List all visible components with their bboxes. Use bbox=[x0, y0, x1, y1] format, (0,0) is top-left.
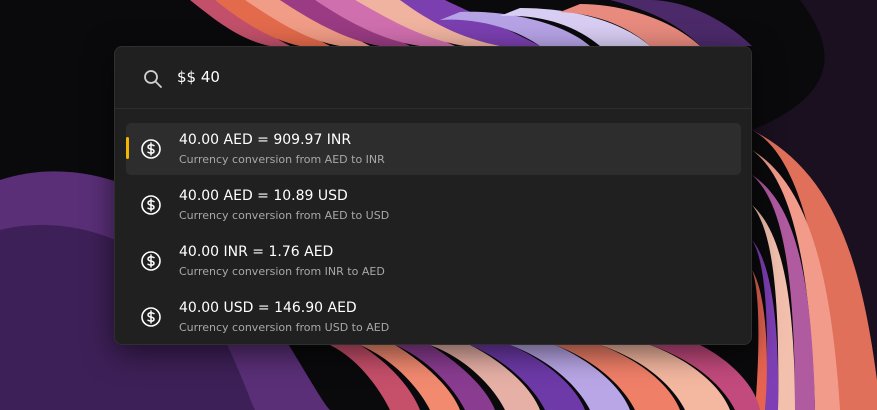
currency-icon bbox=[141, 139, 161, 159]
results-list: 40.00 AED = 909.97 INR Currency conversi… bbox=[126, 123, 741, 347]
result-title: 40.00 INR = 1.76 AED bbox=[179, 244, 334, 260]
result-title: 40.00 AED = 10.89 USD bbox=[179, 188, 348, 204]
search-icon bbox=[144, 70, 162, 88]
selection-indicator bbox=[126, 137, 129, 159]
currency-icon bbox=[141, 307, 161, 327]
result-subtitle: Currency conversion from AED to INR bbox=[179, 153, 385, 166]
result-title: 40.00 USD = 146.90 AED bbox=[179, 300, 357, 316]
result-subtitle: Currency conversion from USD to AED bbox=[179, 321, 390, 334]
result-item[interactable]: 40.00 USD = 146.90 AED Currency conversi… bbox=[126, 291, 741, 343]
result-item[interactable]: 40.00 AED = 10.89 USD Currency conversio… bbox=[126, 179, 741, 231]
search-bar bbox=[115, 47, 751, 109]
result-title: 40.00 AED = 909.97 INR bbox=[179, 132, 352, 148]
currency-icon bbox=[141, 251, 161, 271]
result-item[interactable]: 40.00 INR = 1.76 AED Currency conversion… bbox=[126, 235, 741, 287]
result-item[interactable]: 40.00 AED = 909.97 INR Currency conversi… bbox=[126, 123, 741, 175]
launcher-panel: 40.00 AED = 909.97 INR Currency conversi… bbox=[114, 46, 752, 345]
currency-icon bbox=[141, 195, 161, 215]
result-subtitle: Currency conversion from AED to USD bbox=[179, 209, 390, 222]
result-subtitle: Currency conversion from INR to AED bbox=[179, 265, 385, 278]
search-input[interactable] bbox=[177, 61, 717, 93]
